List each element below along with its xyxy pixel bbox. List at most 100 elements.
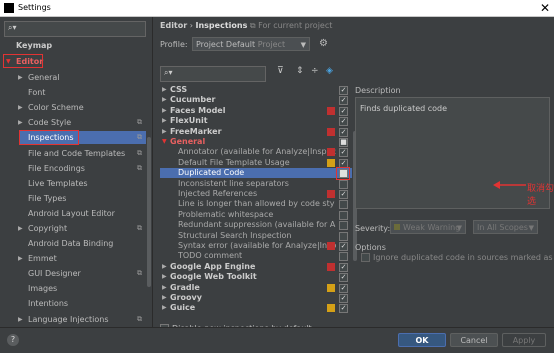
sidebar-item[interactable]: Intentions [0, 297, 146, 310]
inspection-checkbox[interactable]: ✓ [339, 273, 348, 283]
sidebar-item[interactable]: File Types [0, 192, 146, 205]
inspection-row[interactable]: ▶ Google Web Toolkit ✓ [160, 272, 352, 283]
inspection-checkbox[interactable]: ✓ [339, 304, 348, 314]
collapse-arrow-icon[interactable]: ▶ [162, 262, 167, 272]
inspection-checkbox[interactable]: ✓ [339, 242, 348, 251]
collapse-arrow-icon[interactable]: ▶ [162, 127, 167, 137]
checkbox-box [361, 253, 370, 262]
sidebar-item[interactable]: ▶ Language Injections ⧉ [0, 313, 146, 326]
sidebar-item[interactable]: Live Templates [0, 177, 146, 190]
inspection-search-input[interactable]: ⌕▾ [160, 66, 266, 82]
inspection-checkbox[interactable]: ✓ [339, 190, 348, 199]
sidebar-item[interactable]: Android Data Binding [0, 237, 146, 250]
inspection-row[interactable]: ▶ FlexUnit ✓ [160, 116, 352, 127]
inspection-checkbox[interactable]: ✓ [339, 294, 348, 303]
collapse-arrow-icon[interactable]: ▶ [162, 272, 167, 282]
inspection-row[interactable]: ▶ Groovy ✓ [160, 293, 352, 303]
inspection-row[interactable]: ▶ Guice ✓ [160, 303, 352, 314]
inspection-label: Google Web Toolkit [170, 272, 257, 282]
collapse-arrow-icon[interactable]: ▶ [162, 283, 167, 293]
inspection-checkbox[interactable]: ■ [339, 138, 348, 147]
collapse-arrow-icon[interactable]: ▶ [18, 313, 23, 326]
collapse-arrow-icon[interactable]: ▶ [162, 116, 167, 126]
breadcrumb-section[interactable]: Editor [160, 21, 187, 30]
expand-all-icon[interactable]: ⇕ [296, 66, 304, 76]
inspection-row[interactable]: Injected References ✓ [160, 189, 352, 199]
apply-button[interactable]: Apply [502, 333, 546, 347]
severity-dropdown[interactable]: Weak Warning ▼ [390, 220, 466, 234]
inspection-checkbox[interactable] [339, 252, 348, 262]
inspection-row[interactable]: TODO comment [160, 251, 352, 262]
inspection-row[interactable]: ▼ General ■ [160, 137, 352, 147]
sidebar-item-label: Code Style [28, 118, 72, 127]
collapse-arrow-icon[interactable]: ▶ [162, 106, 167, 116]
sidebar-item[interactable]: ▶ General [0, 71, 146, 84]
inspection-row[interactable]: Redundant suppression (available for A [160, 220, 352, 231]
collapse-arrow-icon[interactable]: ▶ [18, 71, 23, 84]
inspection-checkbox[interactable]: ✓ [339, 127, 348, 137]
inspection-checkbox[interactable] [339, 231, 348, 241]
inspection-row[interactable]: Problematic whitespace [160, 210, 352, 220]
sidebar-item[interactable]: File Encodings ⧉ [0, 162, 146, 175]
sidebar-item[interactable]: Keymap [0, 39, 146, 52]
collapse-arrow-icon[interactable]: ▶ [18, 116, 23, 129]
inspection-checkbox[interactable] [339, 200, 348, 210]
sidebar-item[interactable]: ▶ Copyright ⧉ [0, 222, 146, 235]
inspection-row[interactable]: ▶ FreeMarker ✓ [160, 127, 352, 137]
inspection-checkbox[interactable] [339, 210, 348, 220]
collapse-arrow-icon[interactable]: ▶ [18, 222, 23, 235]
collapse-arrow-icon[interactable]: ▶ [162, 303, 167, 313]
inspection-row[interactable]: ▶ Google App Engine ✓ [160, 262, 352, 272]
help-button[interactable]: ? [7, 334, 19, 346]
scope-dropdown[interactable]: In All Scopes ▼ [473, 220, 538, 234]
reset-icon[interactable]: ◈ [326, 66, 333, 76]
expand-arrow-icon[interactable]: ▼ [162, 137, 167, 147]
inspection-checkbox[interactable]: ✓ [339, 96, 348, 106]
inspection-checkbox[interactable]: ✓ [339, 117, 348, 127]
close-icon[interactable]: ✕ [540, 1, 550, 15]
sidebar-item-label: Live Templates [28, 179, 88, 188]
inspection-row[interactable]: ▶ CSS ✓ [160, 85, 352, 95]
sidebar-item[interactable]: Android Layout Editor [0, 207, 146, 220]
sidebar-item[interactable]: ▶ Emmet [0, 252, 146, 265]
inspection-checkbox[interactable]: ✓ [339, 283, 348, 293]
collapse-arrow-icon[interactable]: ▶ [162, 85, 167, 95]
ok-button[interactable]: OK [398, 333, 446, 347]
inspection-checkbox[interactable]: ✓ [339, 148, 348, 158]
ignore-generated-checkbox[interactable]: Ignore duplicated code in sources marked… [361, 253, 554, 262]
profile-label: Profile: [160, 40, 188, 49]
inspection-checkbox[interactable] [339, 221, 348, 231]
inspection-row[interactable]: Structural Search Inspection [160, 231, 352, 241]
inspection-checkbox[interactable]: ✓ [339, 86, 348, 95]
inspection-row[interactable]: Syntax error (available for Analyze|Insp… [160, 241, 352, 251]
inspection-checkbox[interactable]: ✓ [339, 262, 348, 272]
sidebar-item[interactable]: ▶ Code Style ⧉ [0, 116, 146, 129]
inspection-row[interactable]: ▶ Gradle ✓ [160, 283, 352, 293]
sidebar-item[interactable]: ▶ Color Scheme [0, 101, 146, 114]
sidebar-item[interactable]: File and Code Templates ⧉ [0, 147, 146, 160]
collapse-arrow-icon[interactable]: ▶ [162, 293, 167, 303]
inspection-label: Guice [170, 303, 196, 313]
gear-icon[interactable]: ⚙ [319, 38, 328, 49]
inspection-checkbox[interactable] [339, 179, 348, 189]
profile-dropdown[interactable]: Project Default Project ▼ [192, 37, 310, 51]
inspection-row[interactable]: Inconsistent line separators [160, 179, 352, 189]
settings-search-input[interactable]: ⌕▾ [4, 21, 146, 37]
inspection-row[interactable]: ▶ Faces Model ✓ [160, 106, 352, 116]
inspection-row[interactable]: Line is longer than allowed by code sty [160, 199, 352, 210]
inspection-row[interactable]: ▶ Cucumber ✓ [160, 95, 352, 106]
filter-icon[interactable]: ⊽ [277, 66, 284, 76]
inspection-row[interactable]: Default File Template Usage ✓ [160, 158, 352, 168]
sidebar-item[interactable]: Font [0, 86, 146, 99]
collapse-all-icon[interactable]: ÷ [311, 66, 319, 76]
inspection-row[interactable]: Duplicated Code [160, 168, 352, 179]
collapse-arrow-icon[interactable]: ▶ [18, 252, 23, 265]
sidebar-item[interactable]: Images [0, 282, 146, 295]
collapse-arrow-icon[interactable]: ▶ [162, 95, 167, 105]
sidebar-scrollbar[interactable] [147, 137, 151, 287]
sidebar-item[interactable]: GUI Designer ⧉ [0, 267, 146, 280]
inspection-row[interactable]: Annotator (available for Analyze|Inspec ✓ [160, 147, 352, 158]
cancel-button[interactable]: Cancel [450, 333, 498, 347]
collapse-arrow-icon[interactable]: ▶ [18, 101, 23, 114]
inspection-checkbox[interactable]: ✓ [339, 106, 348, 116]
